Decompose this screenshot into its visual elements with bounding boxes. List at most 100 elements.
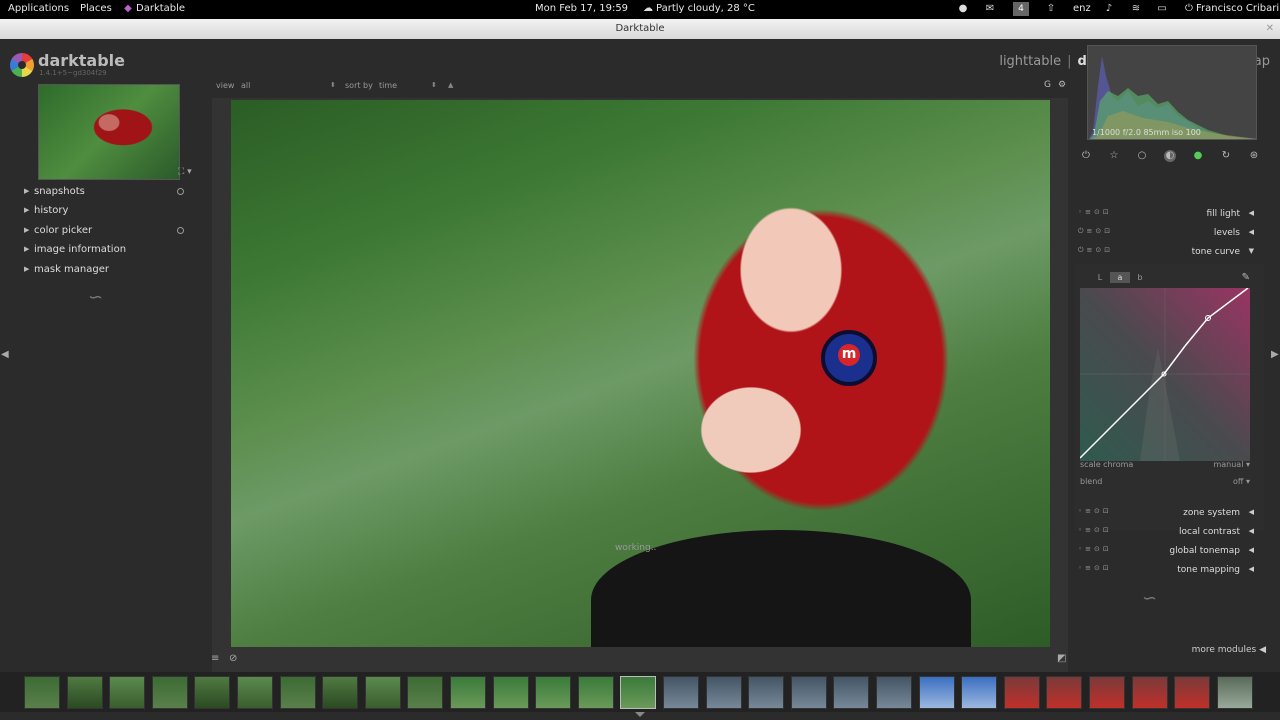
reset-icon[interactable] [177, 226, 184, 234]
dropdown-icon: ⬍ [330, 81, 336, 89]
power-icon[interactable]: ⏻ [1080, 150, 1092, 162]
filmstrip-thumbnail[interactable] [663, 676, 699, 709]
navigation-thumbnail[interactable] [38, 84, 180, 180]
scale-select[interactable]: manual ▾ [1213, 460, 1250, 469]
power-icon[interactable]: ⏻ [1183, 3, 1195, 15]
mail-icon[interactable]: ✉ [984, 3, 996, 15]
filmstrip-thumbnail[interactable] [237, 676, 273, 709]
module-tone-curve[interactable]: ⏻≡⊙⊡ tone curve ▼ [1074, 244, 1264, 263]
module-controls-icon[interactable]: ⏻≡⊙⊡ [1078, 227, 1113, 236]
module-color-picker[interactable]: ▶ color picker [16, 223, 202, 242]
filmstrip-thumbnail[interactable] [790, 676, 827, 709]
filmstrip-thumbnail[interactable] [748, 676, 785, 709]
module-zone-system[interactable]: ◦≡⊙⊡ zone system ◀ [1074, 505, 1264, 524]
sort-select[interactable]: time [379, 81, 397, 90]
battery-icon[interactable]: ▭ [1156, 3, 1168, 15]
places-menu[interactable]: Places [80, 3, 112, 14]
filmstrip-thumbnail[interactable] [450, 676, 486, 709]
clock[interactable]: Mon Feb 17, 19:59 [535, 3, 628, 14]
filmstrip-thumbnail[interactable] [1131, 676, 1168, 709]
filmstrip-thumbnail[interactable] [322, 676, 359, 709]
reset-icon[interactable] [177, 188, 184, 195]
module-controls-icon[interactable]: ◦≡⊙⊡ [1078, 564, 1112, 572]
volume-icon[interactable]: ♪ [1103, 3, 1115, 15]
effect-group-icon[interactable]: ⊛ [1248, 150, 1260, 162]
upload-icon[interactable]: ⇧ [1045, 3, 1057, 15]
view-lighttable[interactable]: lighttable [999, 54, 1061, 69]
filmstrip-thumbnail[interactable] [1046, 676, 1083, 709]
more-modules-button[interactable]: more modules ◀ [1192, 645, 1266, 655]
filmstrip-thumbnail[interactable] [279, 676, 316, 709]
filmstrip-thumbnail[interactable] [66, 676, 103, 709]
module-controls-icon[interactable]: ◦≡⊙⊡ [1078, 545, 1112, 553]
keyboard-layout[interactable]: enz [1073, 3, 1091, 14]
user-menu[interactable]: Francisco Cribari [1196, 3, 1279, 14]
module-history[interactable]: ▶ history [16, 203, 202, 222]
module-controls-icon[interactable]: ◦≡⊙⊡ [1078, 507, 1112, 515]
module-fill-light[interactable]: ◦≡⊙⊡ fill light ◀ [1074, 206, 1264, 225]
correct-group-icon[interactable]: ↻ [1220, 150, 1232, 162]
module-levels[interactable]: ⏻≡⊙⊡ levels ◀ [1074, 225, 1264, 244]
filmstrip-thumbnail[interactable] [1003, 676, 1040, 709]
scale-chroma-row[interactable]: scale chroma manual ▾ [1080, 460, 1250, 469]
module-snapshots[interactable]: ▶ snapshots [16, 184, 202, 203]
filmstrip-thumbnail[interactable] [876, 676, 912, 709]
applications-menu[interactable]: Applications [8, 3, 69, 14]
filmstrip-thumbnail[interactable] [1174, 676, 1211, 709]
close-icon[interactable]: ✕ [1266, 19, 1274, 39]
tab-b[interactable]: b [1130, 272, 1150, 283]
color-picker-icon[interactable]: ✎ [1242, 272, 1250, 283]
tone-group-icon[interactable]: ◐ [1164, 150, 1176, 162]
module-controls-icon[interactable]: ◦≡⊙⊡ [1078, 208, 1112, 216]
collapse-bottom-panel-icon[interactable] [635, 712, 645, 717]
gear-icon[interactable]: ⚙ [1058, 80, 1066, 90]
filmstrip-thumbnail[interactable] [364, 676, 401, 709]
filmstrip-thumbnail[interactable] [24, 676, 60, 709]
basic-group-icon[interactable]: ○ [1136, 150, 1148, 162]
filmstrip-thumbnail[interactable] [577, 676, 614, 709]
collapse-left-panel-icon[interactable]: ◀ [1, 349, 9, 360]
app-menu[interactable]: Darktable [136, 3, 185, 14]
module-mask-manager[interactable]: ▶ mask manager [16, 262, 202, 281]
wifi-icon[interactable]: ≋ [1130, 3, 1142, 15]
filmstrip-thumbnail[interactable] [1216, 676, 1253, 709]
tab-a[interactable]: a [1110, 272, 1130, 283]
skype-icon[interactable]: ● [957, 3, 969, 15]
curve-editor[interactable] [1079, 287, 1250, 461]
workspace-indicator[interactable]: 4 [1013, 2, 1029, 16]
module-image-information[interactable]: ▶ image information [16, 242, 202, 261]
color-group-icon[interactable]: ● [1192, 150, 1204, 162]
grouping-button[interactable]: G [1044, 80, 1051, 90]
main-image[interactable] [231, 100, 1050, 647]
module-tone-mapping[interactable]: ◦≡⊙⊡ tone mapping ◀ [1074, 562, 1264, 581]
filmstrip-thumbnail[interactable] [620, 676, 657, 709]
collapse-right-panel-icon[interactable]: ▶ [1271, 349, 1279, 360]
filmstrip-thumbnail[interactable] [535, 676, 572, 709]
module-global-tonemap[interactable]: ◦≡⊙⊡ global tonemap ◀ [1074, 543, 1264, 562]
filmstrip-thumbnail[interactable] [1089, 676, 1125, 709]
filmstrip-thumbnail[interactable] [918, 676, 955, 709]
filmstrip-thumbnail[interactable] [492, 676, 529, 709]
sort-order-icon[interactable]: ▲ [448, 81, 453, 89]
zoom-dropdown-icon[interactable]: ⛶ ▾ [178, 167, 192, 177]
filmstrip-thumbnail[interactable] [705, 676, 742, 709]
color-assessment-icon[interactable]: ⊘ [229, 653, 237, 664]
tab-l[interactable]: L [1090, 272, 1110, 283]
filmstrip-thumbnail[interactable] [109, 676, 146, 709]
filmstrip-thumbnail[interactable] [194, 676, 231, 709]
styles-icon[interactable]: ◩ [1057, 653, 1066, 664]
blend-select[interactable]: off ▾ [1233, 477, 1250, 486]
favorite-icon[interactable]: ☆ [1108, 150, 1120, 162]
filmstrip-thumbnail[interactable] [833, 676, 870, 709]
filmstrip-thumbnail[interactable] [961, 676, 998, 709]
module-local-contrast[interactable]: ◦≡⊙⊡ local contrast ◀ [1074, 524, 1264, 543]
view-filter-select[interactable]: all [241, 81, 250, 90]
blend-row[interactable]: blend off ▾ [1080, 477, 1250, 486]
filmstrip-thumbnail[interactable] [151, 676, 188, 709]
filmstrip-thumbnail[interactable] [407, 676, 444, 709]
weather-status[interactable]: Partly cloudy, 28 °C [656, 3, 755, 14]
menu-icon[interactable]: ≡ [211, 653, 219, 664]
histogram[interactable]: 1/1000 f/2.0 85mm iso 100 [1087, 45, 1257, 140]
module-controls-icon[interactable]: ⏻≡⊙⊡ [1078, 246, 1113, 255]
module-controls-icon[interactable]: ◦≡⊙⊡ [1078, 526, 1112, 534]
